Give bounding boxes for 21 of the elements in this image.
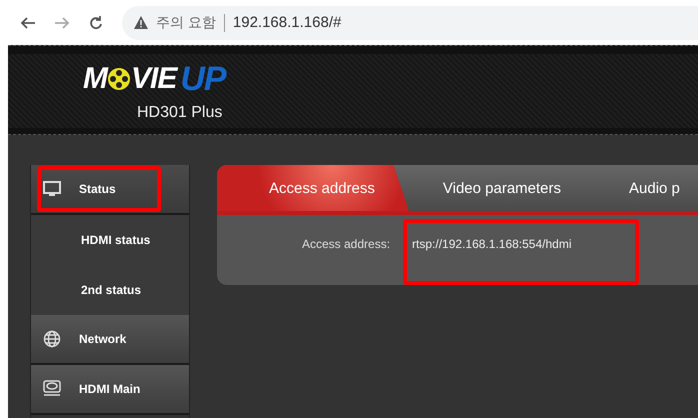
address-bar[interactable]: 주의 요함 192.168.1.168/#: [122, 6, 698, 40]
back-icon[interactable]: [20, 14, 36, 30]
sidebar-item[interactable]: Network: [31, 315, 189, 365]
tab[interactable]: Video parameters: [408, 165, 596, 211]
url-text: 192.168.1.168/#: [232, 14, 342, 31]
sidebar-subitem[interactable]: 2nd status: [31, 265, 189, 315]
field-label: Access address:: [302, 237, 390, 251]
reload-icon[interactable]: [88, 14, 104, 30]
security-warning: 주의 요함: [156, 14, 216, 32]
tab[interactable]: Audio p: [595, 165, 698, 211]
product-name: HD301 Plus: [137, 104, 224, 122]
globe-icon: [43, 330, 61, 348]
field-value: rtsp://192.168.1.168:554/hdmi: [412, 237, 572, 251]
sidebar-subitem[interactable]: HDMI status: [31, 215, 189, 265]
monitor-icon: [43, 181, 61, 197]
drive-icon: [43, 380, 61, 398]
film-reel-icon: [107, 67, 131, 91]
logo: M VIEUP: [83, 62, 228, 96]
tab[interactable]: Access address: [217, 165, 409, 211]
sidebar-item[interactable]: HDMI Main: [31, 365, 189, 415]
warning-icon: [134, 16, 148, 29]
